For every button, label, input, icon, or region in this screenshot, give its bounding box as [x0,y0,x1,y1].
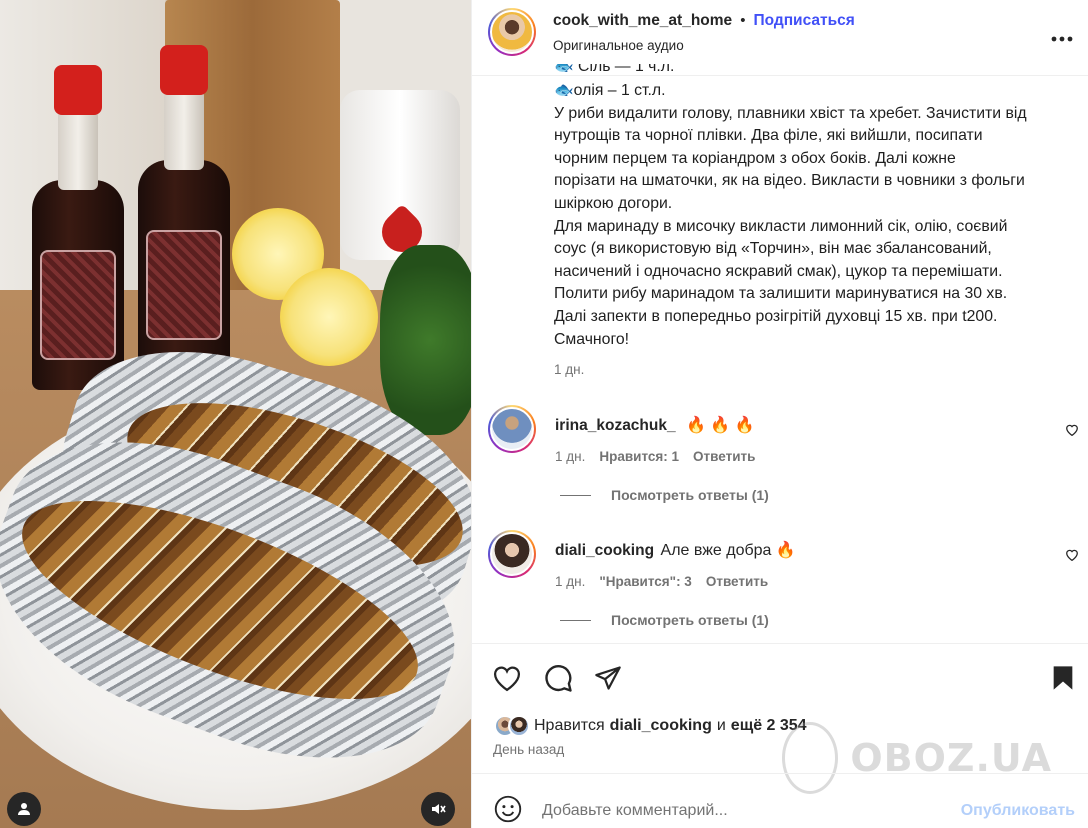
user-icon [18,803,30,815]
author-username[interactable]: cook_with_me_at_home [553,12,732,30]
post-date[interactable]: День назад [493,742,564,757]
header-separator: • [740,12,746,29]
share-button[interactable] [592,662,624,694]
caption-line: порізати на шматочки, як на відео. Викла… [554,172,1025,190]
send-icon [595,666,621,690]
more-options-button[interactable] [1051,22,1073,48]
caption-line: У риби видалити голову, плавники хвіст т… [554,104,1027,122]
likes-summary: Нравится diali_cooking и ещё 2 354 [494,715,807,737]
comment-like-button[interactable] [1065,423,1079,441]
comment-username[interactable]: diali_cooking [555,542,654,559]
likes-username[interactable]: diali_cooking [610,717,712,735]
lemon-half-front [280,268,378,366]
heart-icon [1066,549,1078,562]
publish-button[interactable]: Опубликовать [961,802,1075,820]
heart-icon [1066,424,1078,437]
comment-text: Але вже добра 🔥 [660,542,796,559]
likes-conjunction: и [716,717,726,734]
reply-button[interactable]: Ответить [706,574,768,589]
bookmark-icon [1053,666,1073,690]
caption-line: Для маринаду в мисочку викласти лимонний… [554,217,1008,235]
comment-avatar[interactable] [488,405,536,453]
view-replies-button[interactable]: Посмотреть ответы (1) [560,612,769,628]
comment-item: diali_cooking Але вже добра 🔥 1 дн. "Нра… [472,530,1088,590]
mute-icon [432,804,446,814]
audio-link[interactable]: Оригинальное аудио [553,38,684,53]
comment-time[interactable]: 1 дн. [555,449,585,464]
mute-button[interactable] [421,792,455,826]
comment-like-button[interactable] [1065,548,1079,566]
comment-likes-count[interactable]: "Нравится": 3 [599,574,691,589]
author-avatar[interactable] [488,8,536,56]
more-horizontal-icon [1051,36,1073,42]
caption-timestamp[interactable]: 1 дн. [554,359,1074,382]
caption-clipped-line: 🐟 Сіль — 1 ч.л. [554,64,675,75]
post-caption: 🐟 Сіль — 1 ч.л. 🐟олія – 1 ст.л. У риби в… [554,64,1074,382]
comment-time[interactable]: 1 дн. [555,574,585,589]
follow-button[interactable]: Подписаться [753,12,854,30]
add-comment-bar: Добавьте комментарий... Опубликовать [472,773,1088,828]
comment-username[interactable]: irina_kozachuk_ [555,417,676,434]
soy-sauce-bottle-left [32,65,124,390]
caption-line: Далі запекти в попередньо розігрітій дух… [554,307,998,325]
comment-button[interactable] [542,662,574,694]
reply-button[interactable]: Ответить [693,449,755,464]
view-replies-label: Посмотреть ответы (1) [611,612,769,628]
comment-avatar[interactable] [488,530,536,578]
caption-line: шкіркою догори. [554,194,673,212]
liker-avatar [508,715,530,737]
heart-icon [494,666,520,692]
comment-input[interactable]: Добавьте комментарий... [542,802,728,820]
caption-line: нутрощів та чорної плівки. Два філе, які… [554,127,983,145]
likes-prefix: Нравится [534,717,605,734]
caption-ingredient-oil: 🐟олія – 1 ст.л. [554,82,666,99]
view-replies-button[interactable]: Посмотреть ответы (1) [560,487,769,503]
view-replies-label: Посмотреть ответы (1) [611,487,769,503]
comment-item: irina_kozachuk_ 🔥 🔥 🔥 1 дн. Нравится: 1 … [472,405,1088,465]
replies-divider-line [560,494,591,496]
smiley-icon [494,795,522,823]
caption-line: насичений і одночасно яскравий смак), цу… [554,262,1003,280]
comment-text: 🔥 🔥 🔥 [686,417,755,434]
caption-line: соус (я використовую від «Торчин», він м… [554,240,992,258]
user-tag-button[interactable] [7,792,41,826]
comment-likes-count[interactable]: Нравится: 1 [599,449,679,464]
post-media[interactable] [0,0,471,828]
caption-line: Смачного! [554,330,630,348]
like-button[interactable] [491,662,523,694]
caption-line: Полити рибу маринадом та залишити марину… [554,285,1008,303]
replies-divider-line [560,619,591,621]
soy-sauce-bottle-right [138,45,230,380]
post-details-panel: cook_with_me_at_home • Подписаться Ориги… [471,0,1088,828]
comment-icon [545,665,572,692]
parsley [380,245,471,435]
caption-line: чорним перцем та коріандром з обох боків… [554,149,956,167]
save-button[interactable] [1047,662,1079,694]
emoji-button[interactable] [492,793,524,825]
